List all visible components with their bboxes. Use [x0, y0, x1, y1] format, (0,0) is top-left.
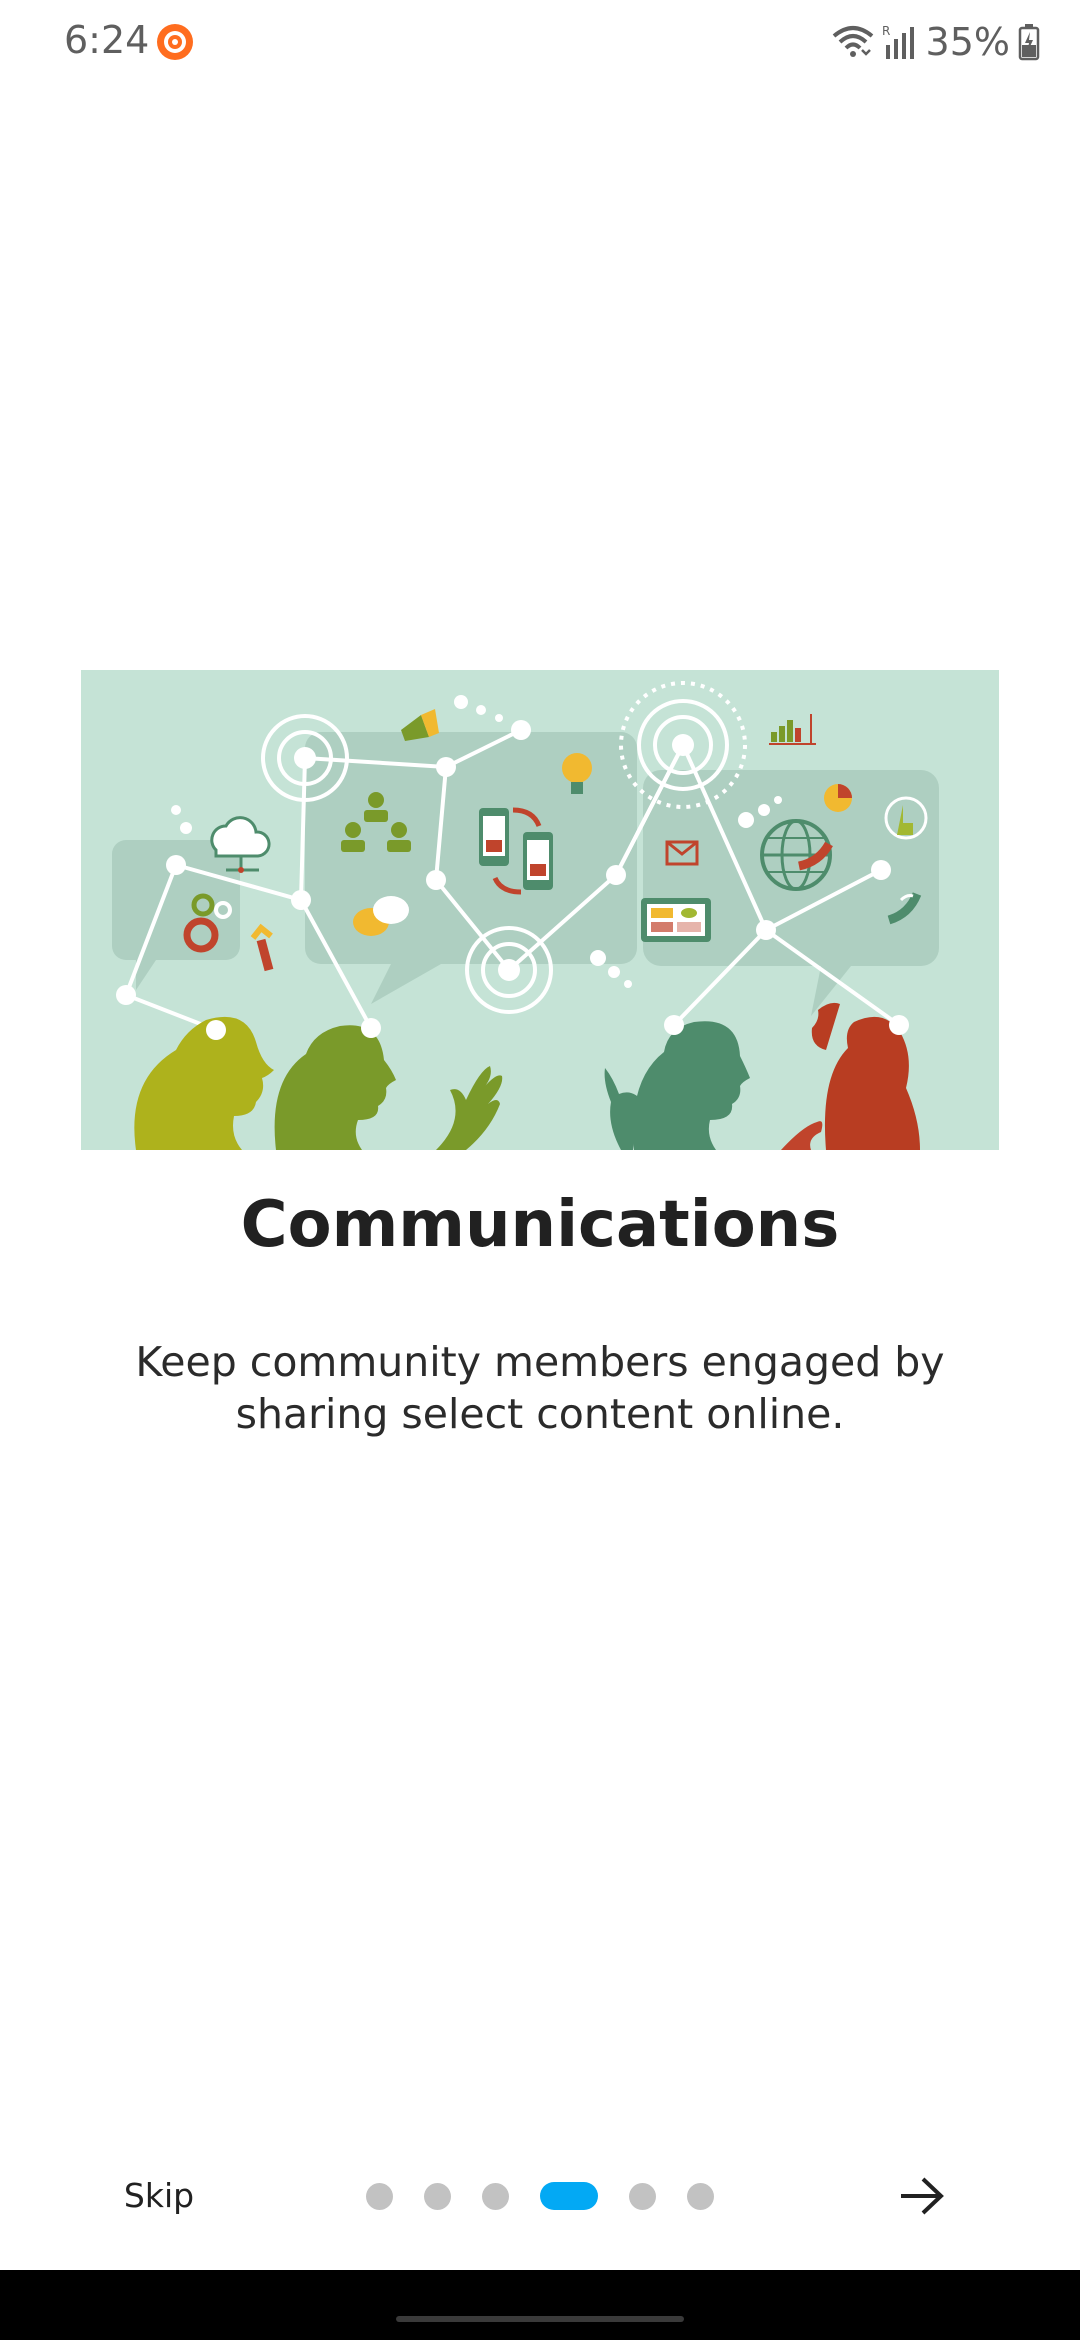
communications-network-illustration [81, 670, 999, 1150]
status-bar: 6:24 R 35% [0, 0, 1080, 86]
home-indicator[interactable] [396, 2316, 684, 2322]
status-time: 6:24 [64, 18, 150, 62]
slide-title: Communications [240, 1188, 840, 1262]
page-dot-6[interactable] [687, 2182, 714, 2210]
page-indicator [366, 2182, 745, 2210]
wifi-icon [832, 26, 873, 57]
app-notification-icon [157, 24, 193, 60]
arrow-right-icon [901, 2177, 944, 2215]
page-dot-5[interactable] [629, 2182, 656, 2210]
svg-text:R: R [882, 24, 890, 38]
signal-icon: R [882, 24, 914, 59]
page-dot-2[interactable] [424, 2182, 451, 2210]
onboarding-screen: 6:24 R 35% Communications Keep community… [0, 0, 1080, 2340]
battery-percentage: 35% [925, 20, 1010, 64]
page-dot-4-active[interactable] [540, 2182, 598, 2210]
slide-description: Keep community members engaged by sharin… [135, 1338, 945, 1438]
system-navigation-bar [0, 2270, 1080, 2340]
status-right-group: R 35% [832, 18, 1040, 66]
page-dot-1[interactable] [366, 2182, 393, 2210]
battery-icon [1018, 24, 1040, 61]
page-dot-3[interactable] [482, 2182, 509, 2210]
skip-button[interactable]: Skip [104, 2170, 214, 2220]
illustration-svg [112, 681, 939, 1150]
next-button[interactable] [888, 2168, 956, 2224]
